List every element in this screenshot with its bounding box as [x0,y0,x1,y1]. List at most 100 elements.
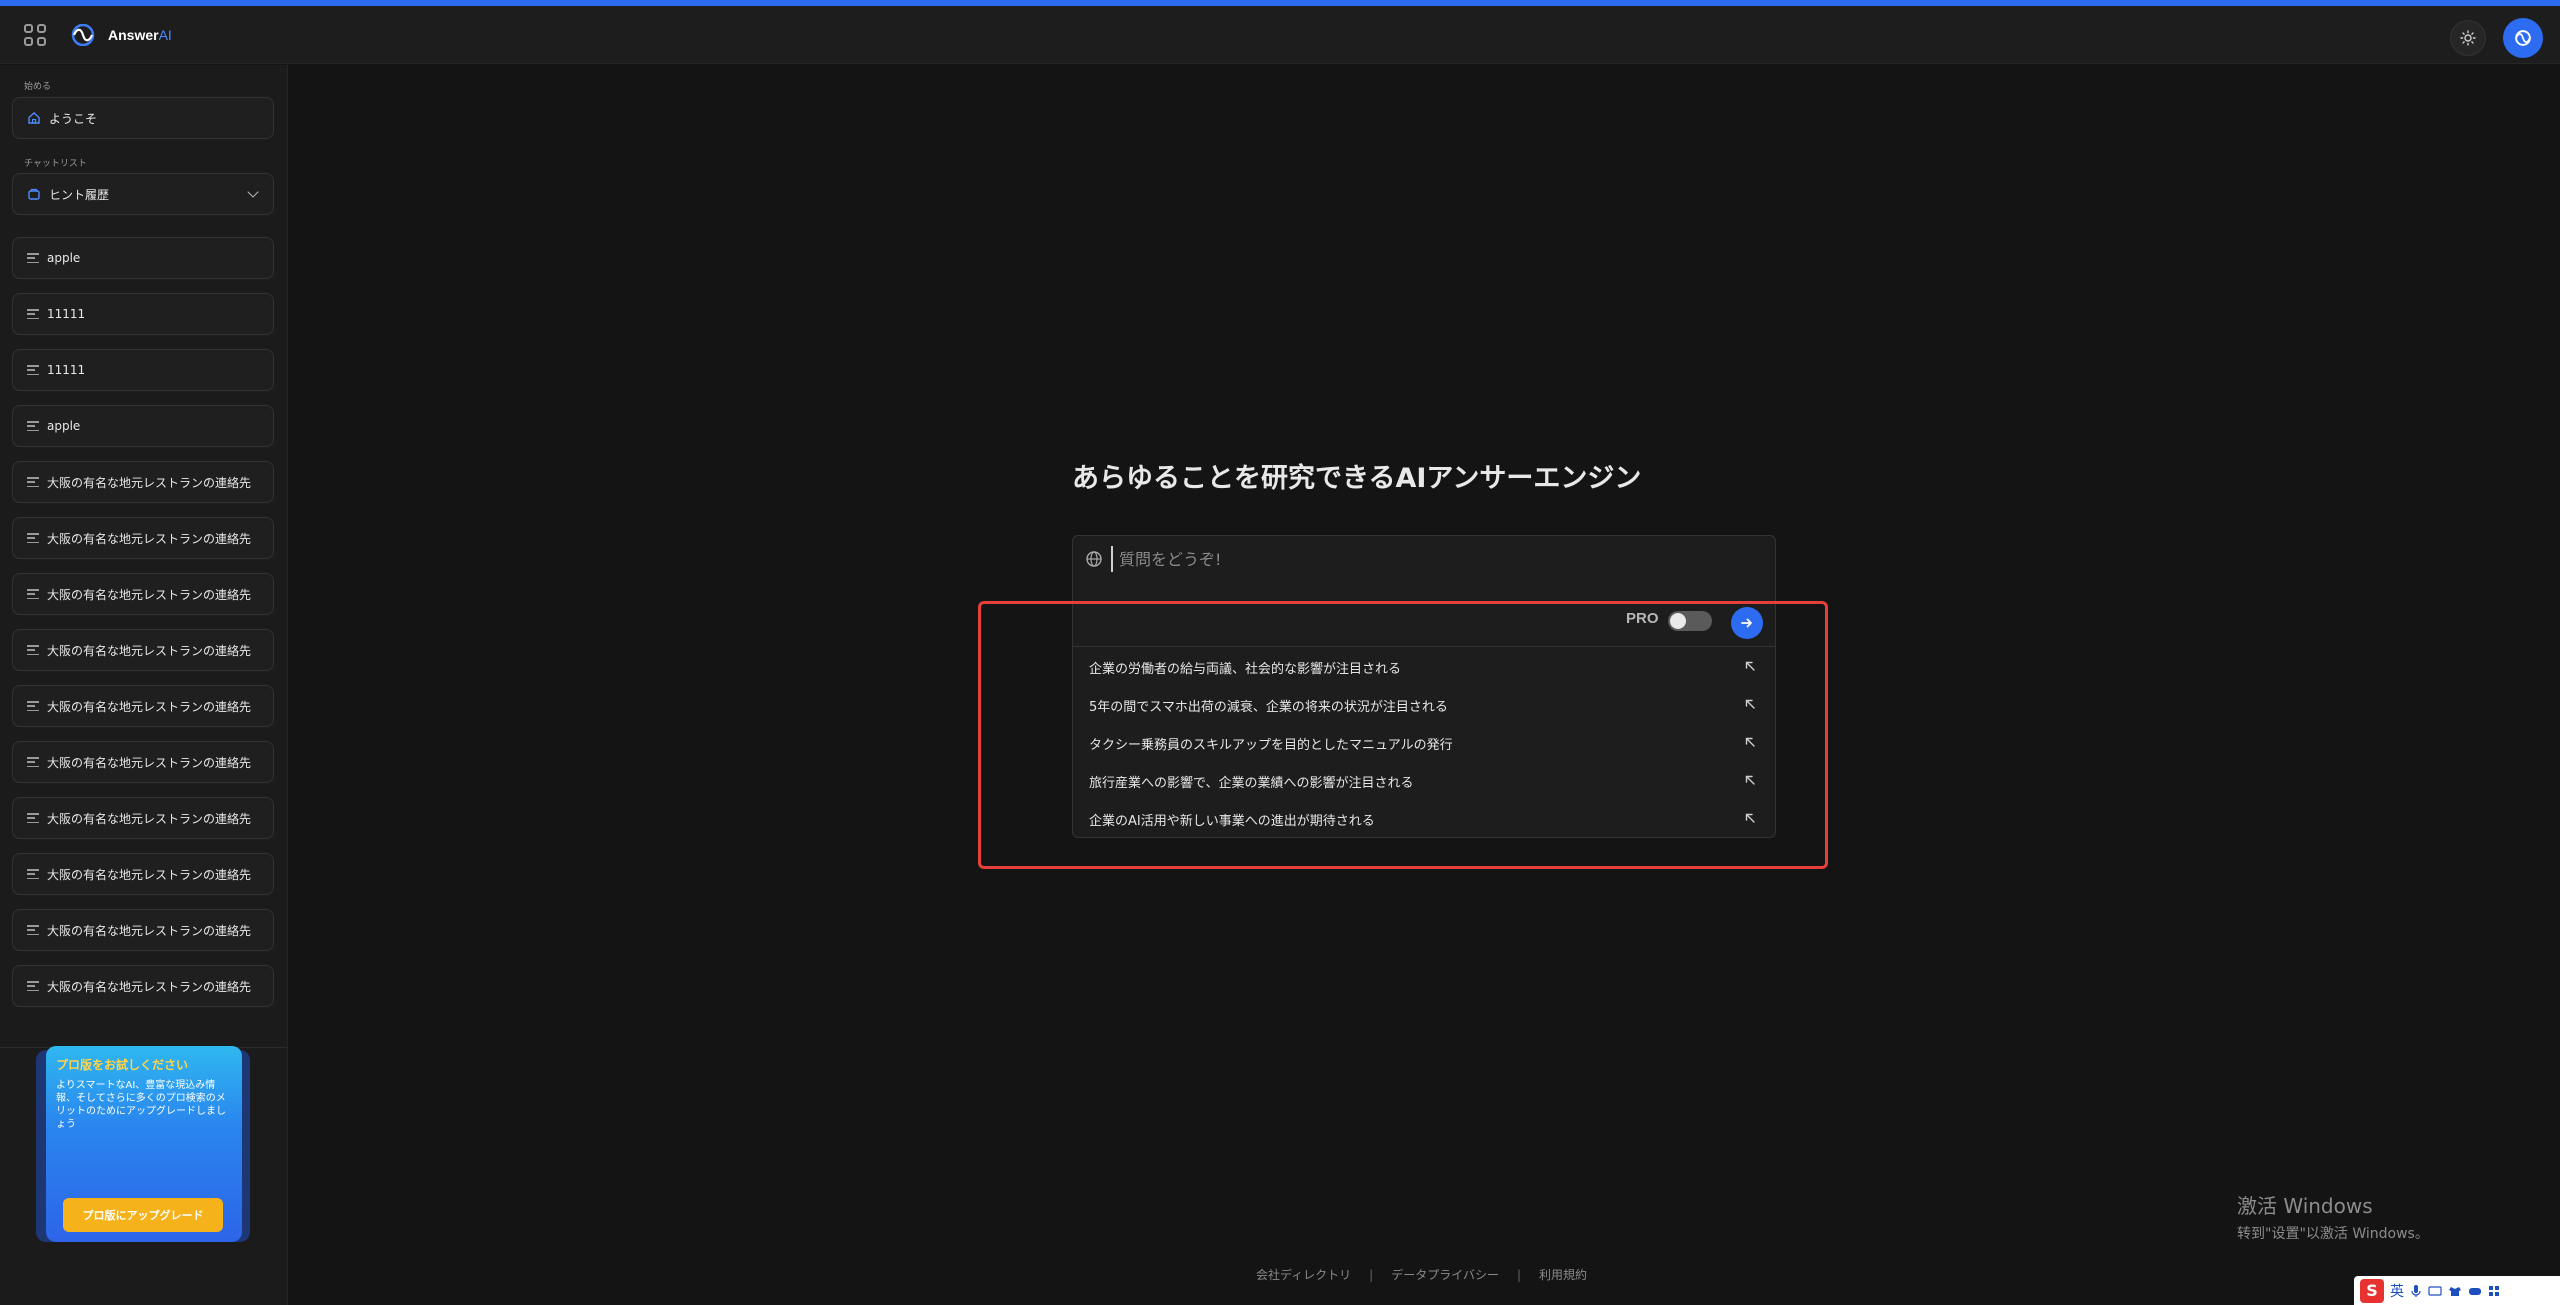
footer-link-terms[interactable]: 利用規約 [1539,1266,1587,1283]
user-avatar[interactable] [2503,18,2543,58]
chat-lines-icon [27,869,39,879]
chat-list-item-label: 大阪の有名な地元レストランの連絡先 [47,699,252,714]
chat-list: apple 11111 11111 apple 大阪の有名な地元レストランの連絡先 大阪の… [0,225,288,1047]
chat-list-item[interactable]: 大阪の有名な地元レストランの連絡先 [12,685,274,727]
footer-link-directory[interactable]: 会社ディレクトリ [1256,1266,1351,1283]
globe-icon[interactable] [1085,550,1103,568]
ime-logo-icon[interactable]: S [2360,1278,2384,1303]
suggestion-item[interactable]: タクシー乗務員のスキルアップを目的としたマニュアルの発行 [1073,724,1775,762]
promo-body: よりスマートなAI、豊富な現込み情報、そしてさらに多くのプロ検索のメリットのため… [56,1080,226,1130]
history-icon [28,188,40,200]
suggestion-item[interactable]: 5年の間でスマホ出荷の減衰、企業の将来の状況が注目される [1073,686,1775,724]
chat-list-item-label: 大阪の有名な地元レストランの連絡先 [47,811,252,826]
chevron-down-icon [247,186,259,198]
suggestion-item[interactable]: 旅行産業への影響で、企業の業績への影響が注目される [1073,762,1775,800]
arrow-up-left-icon [1745,737,1755,747]
activation-subtitle: 转到"设置"以激活 Windows。 [2237,1226,2429,1242]
chat-lines-icon [27,757,39,767]
chat-list-item[interactable]: 大阪の有名な地元レストランの連絡先 [12,573,274,615]
chat-lines-icon [27,925,39,935]
chat-lines-icon [27,421,39,431]
history-dropdown[interactable]: ヒント履歴 [12,173,274,215]
top-bar: AnswerAI [0,6,2560,64]
search-input[interactable] [1111,546,1751,572]
chat-list-item[interactable]: 大阪の有名な地元レストランの連絡先 [12,853,274,895]
chat-list-item-label: apple [47,251,81,265]
chat-lines-icon [27,533,39,543]
chat-list-item[interactable]: 大阪の有名な地元レストランの連絡先 [12,909,274,951]
chat-list-item[interactable]: 大阪の有名な地元レストランの連絡先 [12,741,274,783]
keyboard-icon[interactable] [2428,1285,2442,1297]
home-icon [28,112,40,124]
sidebar: 始める ようこそ チャットリスト ヒント履歴 apple 11111 11111 ap… [0,65,288,1305]
chat-lines-icon [27,701,39,711]
chat-list-item-label: 大阪の有名な地元レストランの連絡先 [47,475,252,490]
send-button[interactable] [1731,607,1763,639]
ime-mode[interactable]: 英 [2390,1281,2404,1301]
chat-lines-icon [27,645,39,655]
promo-card: プロ版をお試しください よりスマートなAI、豊富な現込み情報、そしてさらに多くの… [46,1046,242,1242]
chat-list-item[interactable]: apple [12,405,274,447]
chat-list-item-label: 11111 [47,307,86,321]
footer: 会社ディレクトリ | データプライバシー | 利用規約 [1256,1266,1587,1283]
pro-toggle[interactable] [1668,611,1712,631]
chat-list-item[interactable]: apple [12,237,274,279]
chat-list-item[interactable]: 大阪の有名な地元レストランの連絡先 [12,797,274,839]
ime-toolbar: S 英 [2354,1276,2560,1305]
upgrade-button[interactable]: プロ版にアップグレード [63,1198,223,1232]
shirt-icon[interactable] [2448,1285,2462,1297]
chat-lines-icon [27,813,39,823]
chat-list-item-label: 大阪の有名な地元レストランの連絡先 [47,531,252,546]
logo-icon [71,24,95,46]
logo-text: AnswerAI [108,27,172,43]
activation-title: 激活 Windows [2237,1194,2373,1218]
chat-lines-icon [27,589,39,599]
chat-list-item[interactable]: 11111 [12,293,274,335]
section-label-chats: チャットリスト [24,159,87,169]
chat-lines-icon [27,309,39,319]
chat-list-item-label: 11111 [47,363,86,377]
footer-link-privacy[interactable]: データプライバシー [1391,1266,1499,1283]
pro-toggle-knob [1670,613,1686,629]
theme-toggle-button[interactable] [2450,20,2486,56]
search-panel: PRO 企業の労働者の給与両議、社会的な影響が注目される 5年の間でスマホ出荷の減… [1072,535,1776,838]
chat-list-item[interactable]: 大阪の有名な地元レストランの連絡先 [12,965,274,1007]
chat-list-item-label: 大阪の有名な地元レストランの連絡先 [47,587,252,602]
section-label-start: 始める [24,82,52,92]
suggestions-divider [1073,646,1775,647]
suggestion-item[interactable]: 企業のAI活用や新しい事業への進出が期待される [1073,800,1775,838]
promo-title: プロ版をお試しください [56,1058,189,1072]
avatar-icon [2515,30,2531,46]
arrow-up-left-icon [1745,699,1755,709]
sidebar-item-welcome[interactable]: ようこそ [12,97,274,139]
pro-label: PRO [1626,610,1659,627]
arrow-up-left-icon [1745,775,1755,785]
chat-list-item-label: 大阪の有名な地元レストランの連絡先 [47,867,252,882]
chat-list-item-label: 大阪の有名な地元レストランの連絡先 [47,923,252,938]
footer-separator: | [1516,1267,1522,1282]
grid-icon[interactable] [24,24,46,46]
suggestion-text: 旅行産業への影響で、企業の業績への影響が注目される [1089,775,1414,791]
sun-icon [2460,30,2476,46]
page-headline: あらゆることを研究できるAIアンサーエンジン [1072,463,1642,494]
chat-list-item[interactable]: 大阪の有名な地元レストランの連絡先 [12,461,274,503]
suggestion-item[interactable]: 企業の労働者の給与両議、社会的な影響が注目される [1073,648,1775,686]
chat-list-item[interactable]: 大阪の有名な地元レストランの連絡先 [12,629,274,671]
windows-activation-watermark: 激活 Windows 转到"设置"以激活 Windows。 [2237,1190,2429,1243]
grid-menu-icon[interactable] [2488,1285,2500,1297]
app-logo[interactable]: AnswerAI [66,22,172,48]
sidebar-item-label: ようこそ [49,111,98,126]
suggestion-text: 企業のAI活用や新しい事業への進出が期待される [1089,813,1375,829]
mic-icon[interactable] [2410,1284,2422,1298]
suggestion-text: 5年の間でスマホ出荷の減衰、企業の将来の状況が注目される [1089,699,1448,715]
chat-list-item-label: 大阪の有名な地元レストランの連絡先 [47,755,252,770]
chat-list-item[interactable]: 大阪の有名な地元レストランの連絡先 [12,517,274,559]
suggestion-text: 企業の労働者の給与両議、社会的な影響が注目される [1089,661,1402,677]
footer-separator: | [1369,1267,1374,1282]
gamepad-icon[interactable] [2468,1285,2482,1297]
chat-list-item[interactable]: 11111 [12,349,274,391]
suggestion-text: タクシー乗務員のスキルアップを目的としたマニュアルの発行 [1089,737,1453,753]
chat-lines-icon [27,981,39,991]
chat-lines-icon [27,477,39,487]
chat-list-item-label: apple [47,419,81,433]
